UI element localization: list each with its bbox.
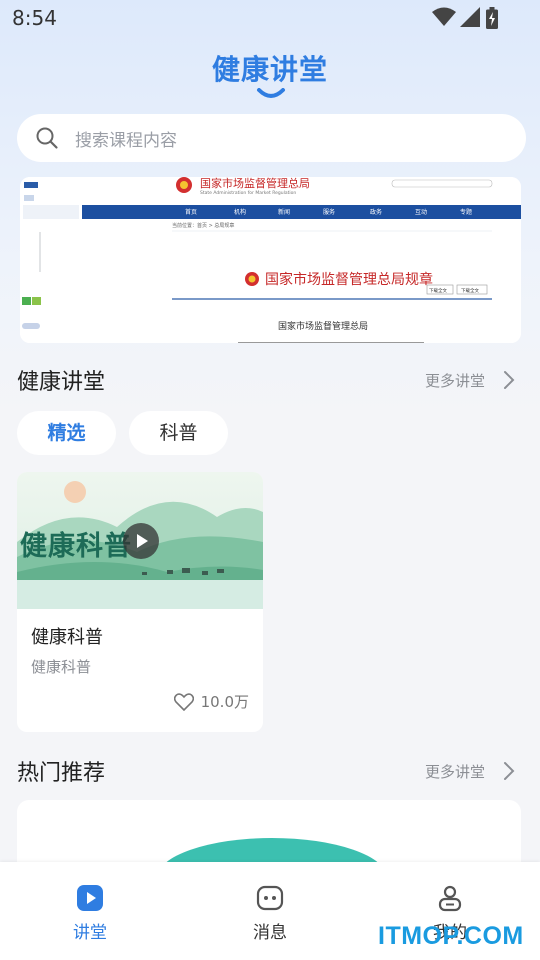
tab-science[interactable]: 科普 — [129, 411, 228, 455]
banner-section-title: 国家市场监督管理总局规章 — [265, 271, 433, 288]
lecture-section-header: 健康讲堂 更多讲堂 — [17, 364, 523, 398]
banner-issuer: 国家市场监督管理总局 — [278, 320, 368, 332]
chevron-right-icon[interactable] — [503, 761, 515, 781]
banner-nav-item: 服务 — [323, 208, 335, 216]
course-subtitle: 健康科普 — [31, 658, 92, 676]
banner-breadcrumb: 当前位置：首页 > 总局规章 — [172, 222, 234, 229]
search-icon — [36, 127, 58, 149]
course-title: 健康科普 — [31, 627, 103, 648]
more-lectures-link[interactable]: 更多讲堂 — [425, 370, 485, 391]
status-icons — [432, 7, 502, 29]
message-icon — [256, 885, 284, 911]
section-title: 健康讲堂 — [17, 370, 106, 395]
tab-messages[interactable]: 消息 — [180, 862, 360, 960]
chevron-right-icon[interactable] — [503, 370, 515, 390]
search-placeholder: 搜索课程内容 — [75, 131, 177, 151]
tab-featured[interactable]: 精选 — [17, 411, 116, 455]
banner-nav-item: 互动 — [415, 209, 427, 216]
battery-icon — [486, 7, 498, 29]
banner-nav-item: 新闻 — [278, 208, 290, 216]
tab-lecture[interactable]: 讲堂 — [0, 862, 180, 960]
course-card[interactable]: 健康科普 健康科普 健康科普 10.0万 — [17, 472, 263, 732]
banner-button: 下载全文 — [429, 287, 447, 294]
title-underline-smile — [257, 88, 285, 98]
wifi-icon — [432, 7, 456, 26]
banner-nav-item: 专题 — [460, 208, 472, 216]
page-title: 健康讲堂 — [211, 53, 328, 86]
banner-image: 国家市场监督管理总局 State Administration for Mark… — [20, 177, 521, 343]
more-lectures-link[interactable]: 更多讲堂 — [425, 761, 485, 782]
signal-icon — [460, 7, 480, 27]
hot-recommend-card[interactable] — [17, 800, 521, 870]
thumbnail-title: 健康科普 — [20, 531, 132, 562]
banner-nav-item: 机构 — [234, 208, 246, 216]
status-bar: 8:54 — [0, 0, 540, 36]
hot-section-header: 热门推荐 更多讲堂 — [17, 755, 523, 789]
play-icon[interactable] — [123, 523, 159, 559]
heart-icon[interactable] — [174, 693, 194, 711]
section-title: 热门推荐 — [17, 761, 106, 786]
watermark-text: ITMOP.COM — [378, 922, 524, 950]
search-bar[interactable]: 搜索课程内容 — [17, 114, 526, 162]
like-count: 10.0万 — [200, 693, 249, 711]
banner-carousel[interactable]: 国家市场监督管理总局 State Administration for Mark… — [20, 177, 521, 343]
tab-label: 消息 — [253, 923, 287, 943]
banner-header-subtitle: State Administration for Market Regulati… — [200, 190, 296, 196]
status-time: 8:54 — [12, 6, 57, 30]
banner-button: 下载全文 — [461, 287, 479, 294]
profile-icon — [438, 885, 462, 912]
banner-nav-item: 首页 — [185, 208, 197, 216]
play-icon — [77, 885, 103, 911]
tab-label: 讲堂 — [73, 923, 107, 943]
banner-nav-item: 政务 — [370, 208, 382, 216]
banner-header-title: 国家市场监督管理总局 — [200, 177, 310, 190]
